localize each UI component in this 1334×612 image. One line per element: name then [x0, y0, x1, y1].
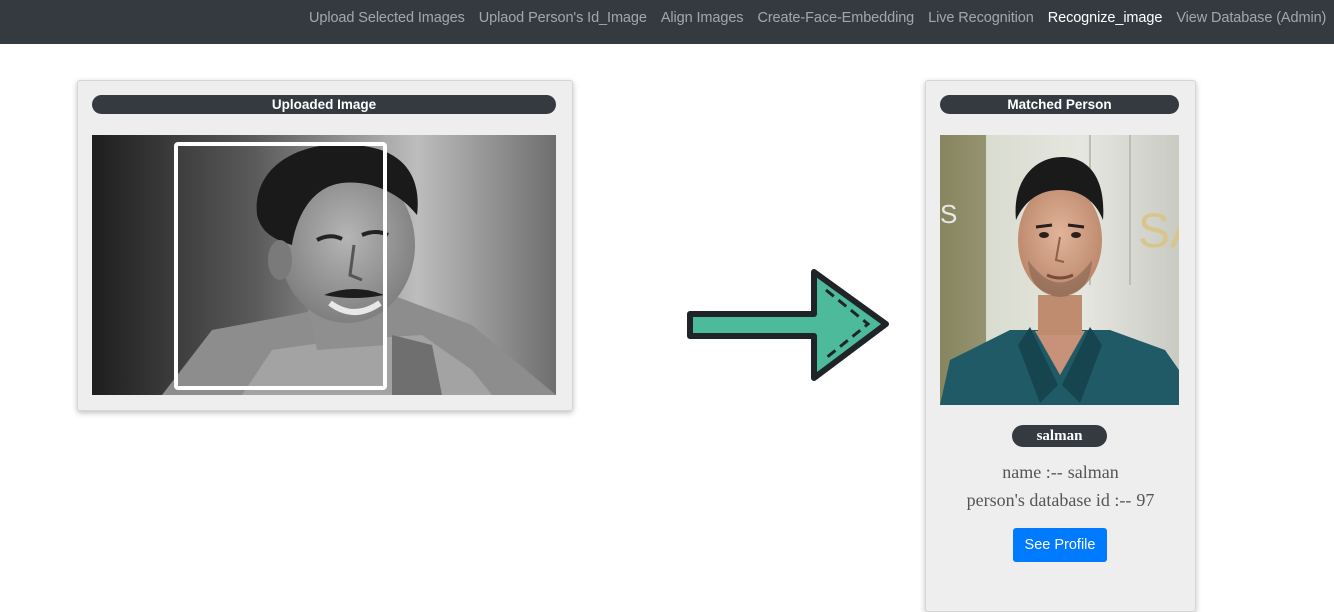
nav-upload-selected-images[interactable]: Upload Selected Images: [302, 10, 472, 26]
see-profile-button[interactable]: See Profile: [1013, 528, 1107, 562]
id-label: person's database id :--: [966, 490, 1132, 510]
id-value: 97: [1136, 490, 1155, 510]
matched-person-photo: S SA: [940, 135, 1179, 405]
matched-person-card: Matched Person S SA: [925, 80, 1196, 612]
svg-text:S: S: [940, 199, 957, 229]
right-arrow-icon: [687, 269, 889, 381]
uploaded-image-title: Uploaded Image: [92, 95, 556, 114]
person-name-line: name :-- salman: [926, 462, 1195, 483]
nav-upload-person-id-image[interactable]: Uplaod Person's Id_Image: [472, 10, 654, 26]
uploaded-photo-graphic: [92, 135, 556, 395]
uploaded-image-card: Uploaded Image: [77, 80, 573, 411]
name-label: name :--: [1002, 462, 1063, 482]
nav-menu: Upload Selected Images Uplaod Person's I…: [302, 0, 1333, 36]
uploaded-photo: [92, 135, 556, 395]
matched-person-title: Matched Person: [940, 95, 1179, 114]
person-name-badge: salman: [1012, 425, 1107, 447]
nav-recognize-image[interactable]: Recognize_image: [1041, 10, 1170, 26]
person-id-line: person's database id :-- 97: [926, 490, 1195, 511]
matched-photo-graphic: S SA: [940, 135, 1179, 405]
name-value: salman: [1067, 462, 1119, 482]
nav-align-images[interactable]: Align Images: [654, 10, 751, 26]
nav-create-face-embedding[interactable]: Create-Face-Embedding: [750, 10, 921, 26]
nav-live-recognition[interactable]: Live Recognition: [921, 10, 1041, 26]
svg-text:SA: SA: [1138, 205, 1179, 258]
nav-view-database-admin[interactable]: View Database (Admin): [1169, 10, 1333, 26]
top-navbar: Upload Selected Images Uplaod Person's I…: [0, 0, 1334, 44]
